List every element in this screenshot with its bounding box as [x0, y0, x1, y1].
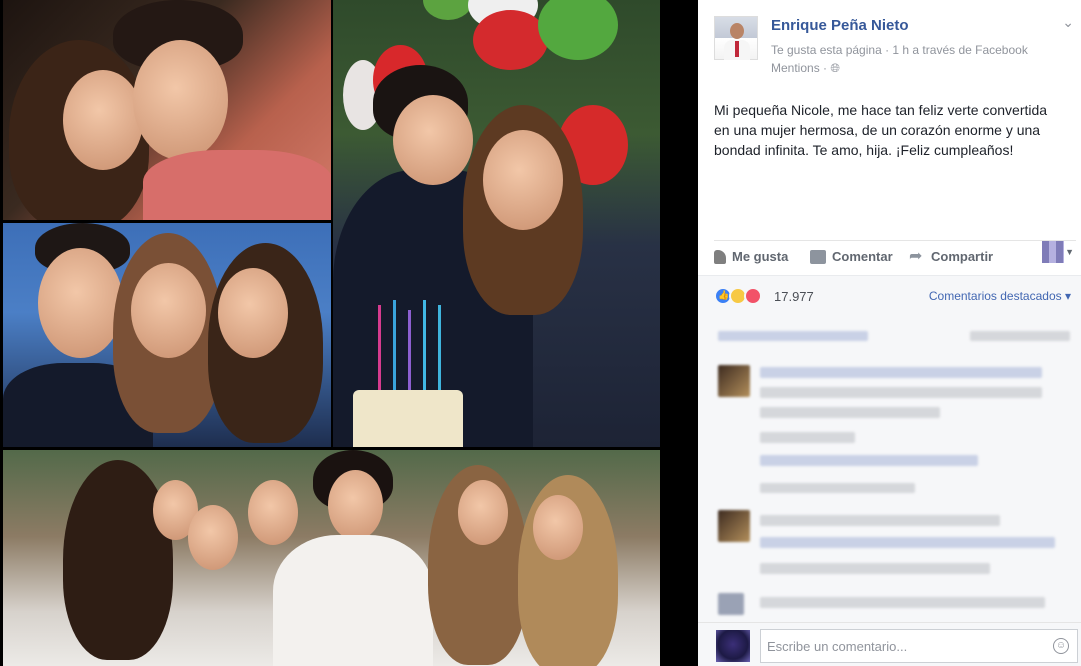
balloon	[473, 10, 548, 70]
shirt-shape	[143, 150, 331, 220]
facebook-post-panel: Enrique Peña Nieto Te gusta esta página …	[698, 0, 1081, 666]
candle	[438, 305, 441, 390]
reactor-avatar[interactable]	[1042, 241, 1064, 263]
blurred-text	[718, 331, 868, 341]
face-shape	[38, 248, 123, 358]
face-shape	[393, 95, 473, 185]
blurred-text	[760, 483, 915, 493]
share-label: Compartir	[931, 249, 994, 264]
post-meta-line1: Te gusta esta página · 1 h a través de F…	[771, 43, 1028, 57]
photo-family-three[interactable]	[3, 223, 331, 447]
candle	[378, 305, 381, 390]
blurred-text	[760, 367, 1042, 378]
hair-shape	[63, 460, 173, 660]
blurred-avatar	[718, 593, 744, 615]
like-button[interactable]: Me gusta	[714, 249, 788, 264]
comment-icon	[810, 249, 826, 264]
blurred-text	[760, 563, 990, 574]
face-shape	[63, 70, 143, 170]
balloon	[538, 0, 618, 60]
post-meta-line2[interactable]: Mentions ·	[771, 61, 830, 75]
comment-label: Comentar	[832, 249, 893, 264]
post-actions: Me gusta Comentar ➦ Compartir ▼	[714, 240, 1076, 274]
comment-button[interactable]: Comentar	[810, 249, 893, 264]
love-reaction-icon[interactable]	[744, 287, 762, 305]
candle	[408, 310, 411, 390]
emoji-icon[interactable]: ☺	[1053, 638, 1069, 654]
comment-placeholder: Escribe un comentario...	[767, 639, 908, 654]
face-shape	[533, 495, 583, 560]
avatar-head	[730, 23, 744, 39]
comment-composer: Escribe un comentario... ☺	[698, 622, 1081, 666]
caret-down-icon[interactable]: ▼	[1065, 247, 1074, 257]
top-comments-dropdown[interactable]: Comentarios destacados ▾	[929, 289, 1071, 303]
reactions-bar: 17.977 Comentarios destacados ▾	[698, 275, 1081, 317]
face-shape	[328, 470, 383, 540]
balloon	[423, 0, 473, 20]
blurred-text	[760, 432, 855, 443]
face-shape	[133, 40, 228, 160]
photo-group-six[interactable]	[3, 450, 660, 666]
caret-down-icon: ▾	[1064, 289, 1071, 303]
candle	[393, 300, 396, 390]
blurred-text	[760, 407, 940, 418]
face-shape	[188, 505, 238, 570]
face-shape	[131, 263, 206, 358]
post-meta: Te gusta esta página · 1 h a través de F…	[771, 41, 1071, 77]
blurred-avatar	[718, 510, 750, 542]
photo-couple-closeup[interactable]	[3, 0, 331, 220]
like-label: Me gusta	[732, 249, 789, 264]
shirt-shape	[273, 535, 433, 666]
chevron-down-icon[interactable]: ⌄	[1062, 14, 1074, 31]
share-button[interactable]: ➦ Compartir	[909, 247, 994, 265]
user-avatar	[716, 630, 750, 662]
blurred-text	[760, 387, 1042, 398]
avatar-tie	[735, 41, 739, 57]
thumbs-up-icon	[714, 249, 726, 264]
top-comments-label: Comentarios destacados	[928, 289, 1062, 303]
page-name-link[interactable]: Enrique Peña Nieto	[771, 17, 909, 34]
face-shape	[218, 268, 288, 358]
face-shape	[458, 480, 508, 545]
blurred-text	[760, 537, 1055, 548]
comments-area-blurred	[698, 317, 1081, 622]
blurred-text	[970, 331, 1070, 341]
blurred-text	[760, 597, 1045, 608]
share-icon: ➦	[909, 247, 923, 265]
blurred-text	[760, 455, 978, 466]
page-avatar[interactable]	[714, 16, 758, 60]
post-header: Enrique Peña Nieto Te gusta esta página …	[714, 14, 1074, 80]
comment-input[interactable]: Escribe un comentario... ☺	[760, 629, 1078, 663]
candle	[423, 300, 426, 390]
globe-icon: 🌐︎	[830, 61, 840, 75]
face-shape	[248, 480, 298, 545]
face-shape	[483, 130, 563, 230]
photo-birthday-hug[interactable]	[333, 0, 660, 447]
blurred-avatar	[718, 365, 750, 397]
photo-collage[interactable]	[0, 0, 698, 666]
post-text: Mi pequeña Nicole, me hace tan feliz ver…	[714, 102, 1048, 158]
birthday-cake	[353, 390, 463, 447]
blurred-text	[760, 515, 1000, 526]
reaction-count[interactable]: 17.977	[774, 289, 814, 304]
